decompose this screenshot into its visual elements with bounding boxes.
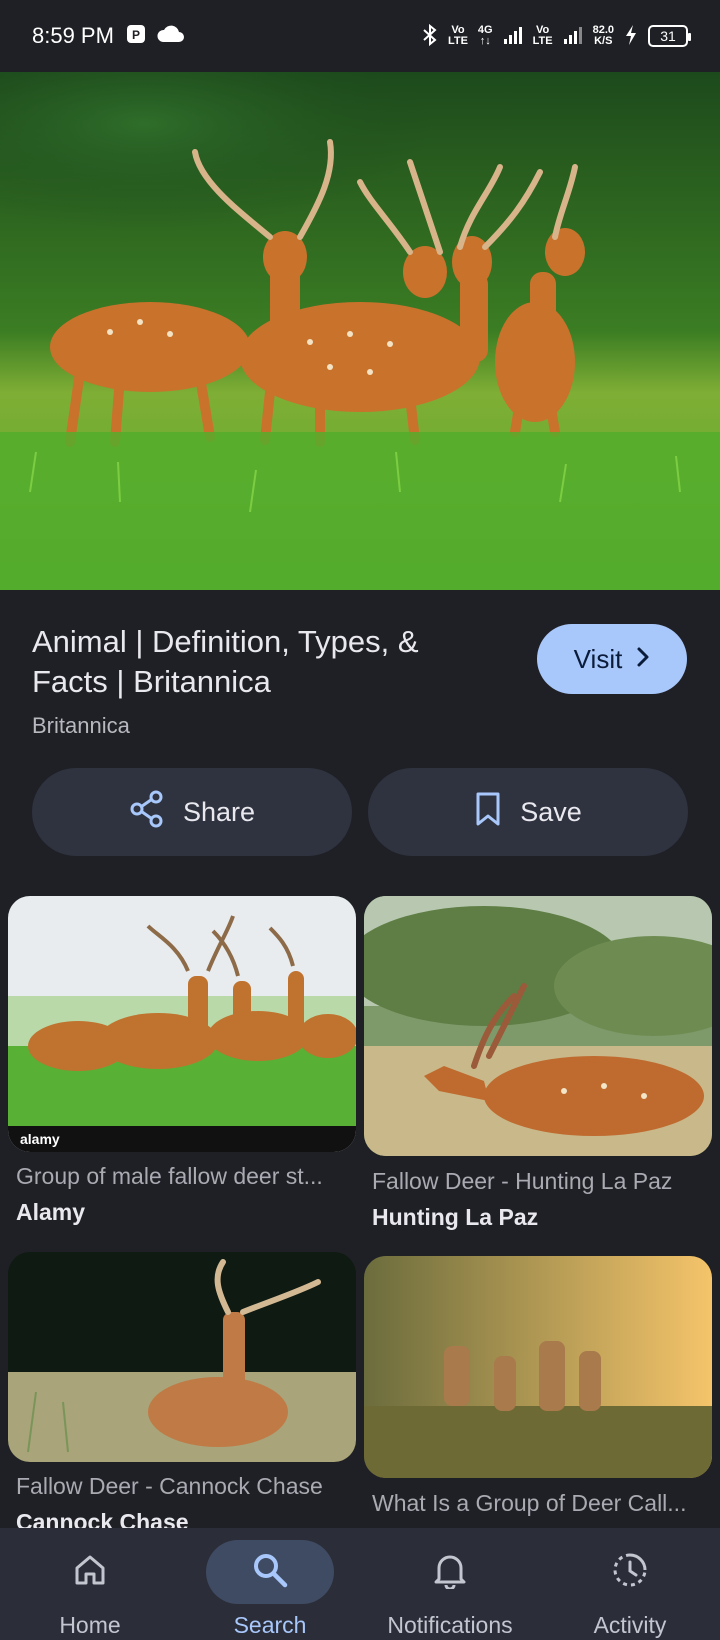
related-source-2: Hunting La Paz — [372, 1204, 539, 1230]
activity-icon — [611, 1551, 649, 1594]
related-caption-4[interactable]: What Is a Group of Deer Call... — [372, 1490, 712, 1517]
network-4g-indicator: 4G ↑↓ — [477, 24, 493, 47]
status-time: 8:59 PM — [32, 23, 114, 48]
signal-icon-2 — [563, 25, 583, 48]
share-icon — [129, 790, 165, 835]
related-caption-1[interactable]: Group of male fallow deer st... — [16, 1163, 356, 1190]
nav-activity[interactable]: Activity — [540, 1528, 720, 1640]
related-caption-2[interactable]: Fallow Deer - Hunting La Paz — [372, 1168, 712, 1195]
nav-notifications[interactable]: Notifications — [360, 1528, 540, 1640]
related-image-4[interactable] — [364, 1256, 712, 1478]
net-speed: 82.0 K/S — [592, 24, 614, 47]
search-icon — [251, 1551, 289, 1594]
nav-home-label: Home — [59, 1612, 121, 1638]
battery-indicator: 31 — [648, 25, 691, 47]
chevron-right-icon — [636, 644, 650, 675]
nav-search[interactable]: Search — [180, 1528, 360, 1640]
volte-indicator: Vo LTE — [447, 24, 468, 47]
result-source: Britannica — [32, 713, 130, 738]
app-notification-icon: P — [126, 24, 146, 49]
hero-image[interactable] — [0, 72, 720, 590]
bookmark-icon — [474, 791, 502, 834]
bottom-navigation: Home Search Notifications Activity — [0, 1528, 720, 1640]
alamy-watermark: alamy — [20, 1131, 60, 1147]
related-caption-3[interactable]: Fallow Deer - Cannock Chase — [16, 1473, 356, 1500]
visit-label: Visit — [573, 643, 623, 674]
svg-text:P: P — [132, 28, 140, 42]
save-label: Save — [520, 796, 582, 827]
bell-icon — [433, 1551, 467, 1594]
result-title[interactable]: Animal | Definition, Types, & Facts | Br… — [32, 622, 482, 702]
related-source-1: Alamy — [16, 1199, 86, 1225]
nav-activity-label: Activity — [593, 1612, 667, 1638]
share-label: Share — [182, 796, 256, 827]
status-bar: 8:59 PM P Vo LTE 4G ↑↓ Vo LTE 82.0 K/S 31 — [0, 0, 720, 72]
related-image-1[interactable]: alamy — [8, 896, 356, 1152]
related-image-2[interactable] — [364, 896, 712, 1156]
nav-search-label: Search — [233, 1612, 307, 1638]
related-image-3[interactable] — [8, 1252, 356, 1462]
visit-button[interactable]: Visit — [537, 624, 687, 694]
charging-icon — [624, 24, 638, 49]
bluetooth-icon — [422, 23, 438, 50]
home-icon — [72, 1552, 108, 1593]
nav-home[interactable]: Home — [0, 1528, 180, 1640]
signal-icon — [503, 25, 523, 48]
share-button[interactable]: Share — [32, 768, 352, 856]
save-button[interactable]: Save — [368, 768, 688, 856]
volte-indicator-2: Vo LTE — [532, 24, 553, 47]
cloud-icon — [156, 24, 186, 49]
nav-notifications-label: Notifications — [387, 1612, 513, 1638]
